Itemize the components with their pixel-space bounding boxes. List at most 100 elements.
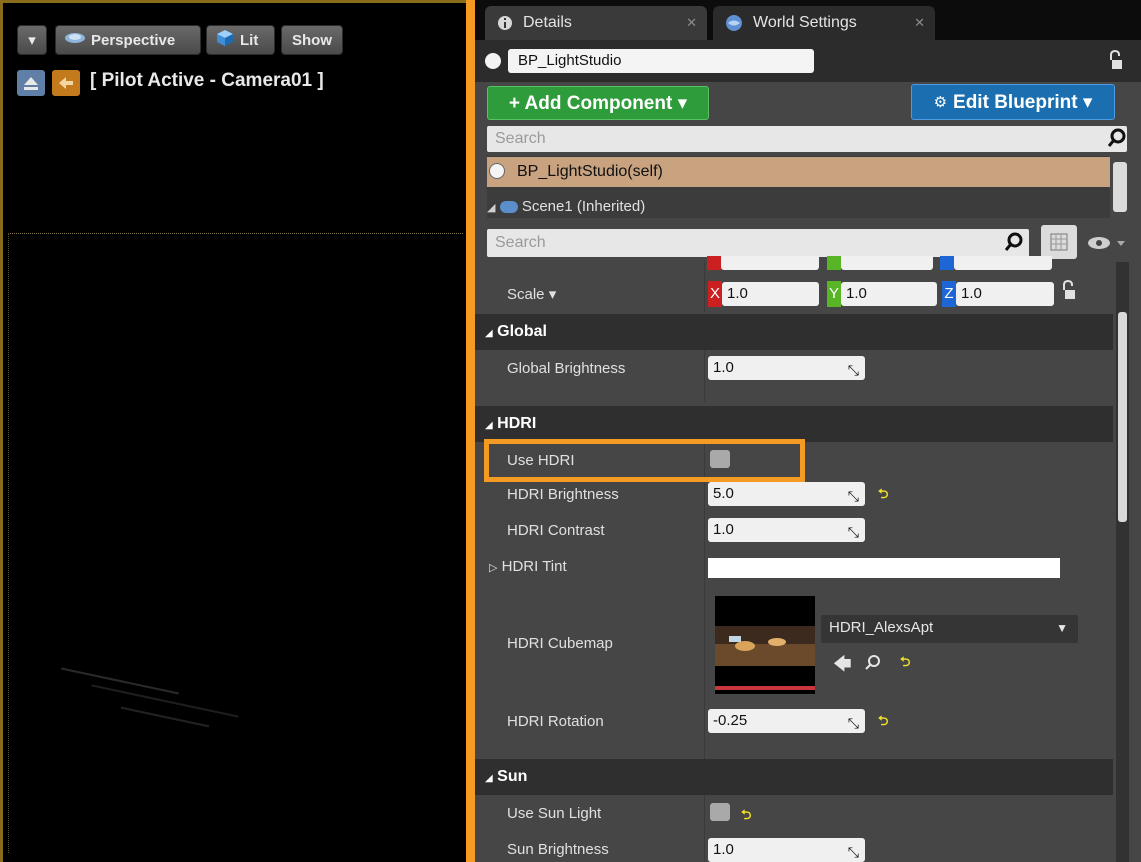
property-list: Scale ▾ X 1.0 Y 1.0 Z 1.0 ◢ Global Globa… [475,256,1113,862]
hdri-brightness-field[interactable]: 5.0 ⤡ [708,482,865,506]
search-icon[interactable] [1004,232,1023,257]
category-global[interactable]: ◢ Global [475,314,1113,350]
hdri-brightness-label: HDRI Brightness [507,486,619,503]
hdri-tint-color-swatch[interactable] [708,558,1060,578]
component-self-row[interactable]: BP_LightStudio(self) [487,157,1110,187]
use-sun-light-checkbox[interactable] [710,803,730,821]
tab-details[interactable]: Details ✕ [485,6,707,40]
pilot-icon [59,77,73,89]
resize-arrows-icon: ⤡ [847,844,859,860]
scale-y-field[interactable]: 1.0 [841,282,937,306]
pilot-actor-button[interactable] [52,70,80,96]
property-matrix-button[interactable] [1041,225,1077,259]
hdri-tint-row[interactable]: ▷ HDRI Tint [489,558,567,575]
use-selected-asset-icon[interactable]: 🡄 [833,652,852,682]
global-brightness-field[interactable]: 1.0 ⤡ [708,356,865,380]
component-search-input[interactable]: Search [487,126,1127,152]
category-sun[interactable]: ◢ Sun [475,759,1113,795]
resize-arrows-icon: ⤡ [847,715,859,731]
reset-to-default-icon[interactable]: ⮌ [741,806,751,828]
sun-brightness-field[interactable]: 1.0 ⤡ [708,838,865,862]
tab-label: Details [523,14,572,31]
field-value: -0.25 [713,712,748,729]
reset-to-default-icon[interactable]: ⮌ [878,485,888,507]
lit-sphere-icon [215,29,235,51]
actor-sphere-icon [485,53,501,69]
eject-button[interactable] [17,70,45,96]
search-icon[interactable] [1107,128,1126,153]
hdri-contrast-field[interactable]: 1.0 ⤡ [708,518,865,542]
x-axis-label: X [708,281,722,307]
tab-label: World Settings [753,14,857,31]
lock-icon[interactable] [1062,279,1076,305]
category-title: Sun [497,768,528,785]
hdri-rotation-label: HDRI Rotation [507,713,604,730]
expand-arrow-icon: ◢ [487,202,496,214]
actor-name-field[interactable]: BP_LightStudio [508,49,814,73]
show-label: Show [292,31,332,49]
expand-arrow-icon: ▷ [489,562,498,574]
close-icon[interactable]: ✕ [914,15,925,31]
field-value: 1.0 [713,841,734,858]
scene-component-icon [499,201,518,214]
collapse-arrow-icon: ◢ [485,773,493,784]
hdri-cubemap-label: HDRI Cubemap [507,635,613,652]
cubemap-thumbnail[interactable] [715,596,815,694]
browse-search-icon[interactable] [865,654,881,675]
level-viewport[interactable]: ▾ Perspective Lit Show [ Pilot Active - … [0,0,466,862]
viewport-options-button[interactable]: ▾ [17,25,47,55]
details-search-input[interactable]: Search [487,229,1029,257]
reset-to-default-icon[interactable]: ⮌ [878,712,888,734]
resize-arrows-icon: ⤡ [847,362,859,378]
hdri-contrast-label: HDRI Contrast [507,522,605,539]
component-scene-row[interactable]: ◢ Scene1 (Inherited) [487,198,645,215]
perspective-label: Perspective [91,31,176,49]
scrollbar-thumb[interactable] [1118,312,1127,522]
category-title: HDRI [497,415,537,432]
show-button[interactable]: Show [281,25,343,55]
add-component-button[interactable]: + Add Component ▾ [487,86,709,120]
details-scrollbar[interactable] [1116,262,1129,862]
chevron-down-icon: ▾ [28,32,36,49]
panel-divider[interactable] [466,0,475,862]
chevron-down-icon: ▼ [1056,621,1068,635]
lit-label: Lit [240,31,259,49]
reset-to-default-icon[interactable]: ⮌ [900,653,910,675]
view-options-button[interactable] [1087,235,1127,256]
sun-brightness-label: Sun Brightness [507,841,609,858]
perspective-button[interactable]: Perspective [55,25,201,55]
resize-arrows-icon: ⤡ [847,488,859,504]
asset-name: HDRI_AlexsApt [829,619,934,636]
location-row-partial [707,256,1057,270]
hdri-rotation-field[interactable]: -0.25 ⤡ [708,709,865,733]
actor-sphere-icon [489,163,505,179]
column-divider [704,442,705,762]
scale-x-field[interactable]: 1.0 [722,282,819,306]
category-hdri[interactable]: ◢ HDRI [475,406,1113,442]
view-mode-button[interactable]: Lit [206,25,275,55]
edit-blueprint-button[interactable]: ⚙ Edit Blueprint ▾ [911,84,1115,120]
cubemap-asset-dropdown[interactable]: HDRI_AlexsApt ▼ [821,615,1078,643]
pilot-status-label: [ Pilot Active - Camera01 ] [90,70,324,91]
field-value: 1.0 [713,521,734,538]
info-icon [498,16,512,30]
z-axis-label: Z [942,281,956,307]
global-brightness-label: Global Brightness [507,360,626,377]
viewport-scene-detail [120,706,210,728]
category-title: Global [497,323,547,340]
viewport-dashed-line [8,233,463,234]
scale-z-field[interactable]: 1.0 [956,282,1054,306]
scene-component-label: Scene1 (Inherited) [521,198,646,215]
component-tree-scrollbar[interactable] [1113,162,1127,212]
tab-world-settings[interactable]: World Settings ✕ [713,6,935,40]
use-hdri-highlight [484,439,805,482]
viewport-frame [0,0,466,3]
column-divider [704,795,705,862]
column-divider [704,350,705,402]
viewport-dashed-line [8,233,9,853]
scale-label[interactable]: Scale ▾ [507,285,556,303]
close-icon[interactable]: ✕ [686,15,697,31]
lock-icon[interactable] [1109,49,1123,75]
perspective-icon [64,31,86,49]
viewport-frame [0,0,3,862]
